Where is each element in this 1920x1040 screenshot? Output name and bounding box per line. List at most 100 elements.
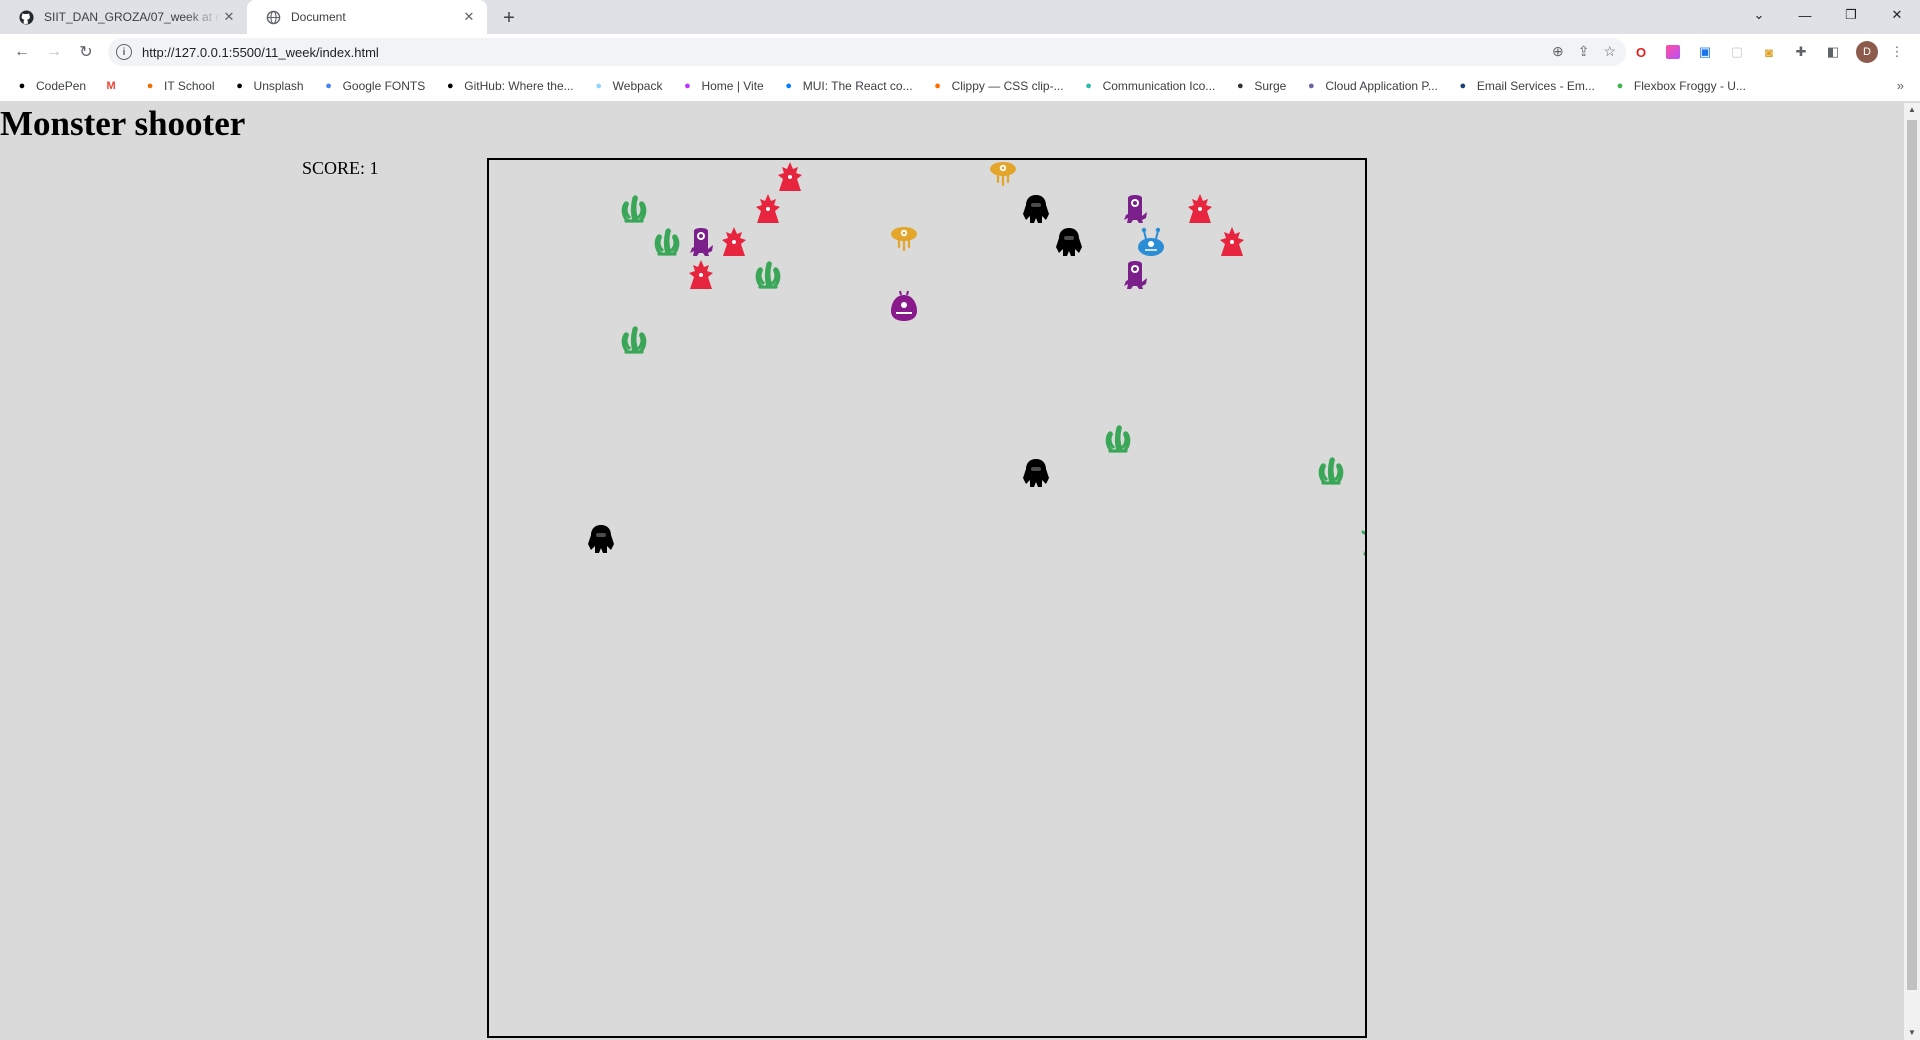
github-icon: ● — [446, 79, 454, 92]
monster-red-spike[interactable] — [751, 192, 785, 226]
extensions-puzzle-icon[interactable]: ✚ — [1792, 43, 1810, 61]
bookmarks-overflow-icon[interactable]: » — [1897, 78, 1904, 93]
bookmark-item[interactable]: ● IT School — [142, 78, 215, 94]
bookmark-item[interactable]: ● CodePen — [14, 78, 86, 94]
forward-button[interactable]: → — [40, 39, 68, 65]
vite-icon: ● — [684, 79, 691, 92]
browser-toolbar: ← → ↻ i http://127.0.0.1:5500/11_week/in… — [0, 34, 1920, 70]
monster-yellow-cyclops[interactable] — [887, 225, 921, 259]
monster-red-spike[interactable] — [1215, 225, 1249, 259]
menu-kebab-icon[interactable]: ⋮ — [1888, 43, 1906, 61]
bookmark-label: Webpack — [612, 78, 663, 93]
scroll-down-arrow-icon[interactable]: ▼ — [1908, 1029, 1916, 1037]
tab-document[interactable]: Document ✕ — [247, 0, 487, 34]
bookmark-item[interactable]: ● Home | Vite — [679, 78, 764, 94]
monster-purple-cyclops[interactable] — [1118, 192, 1152, 226]
camera-extension-icon[interactable]: ◙ — [1760, 43, 1778, 61]
unsplash-icon: ● — [236, 79, 243, 92]
scrollbar-thumb[interactable] — [1907, 120, 1917, 990]
monster-blue-antenna[interactable] — [1134, 225, 1168, 259]
tab-strip: SIIT_DAN_GROZA/07_week at ma ✕ Document … — [0, 0, 1920, 34]
codepen-icon: ● — [18, 79, 26, 92]
monster-yellow-cyclops[interactable] — [986, 160, 1020, 194]
red-spike-icon — [689, 260, 713, 289]
monster-red-spike[interactable] — [717, 225, 751, 259]
purple-cyclops-icon — [1124, 261, 1147, 289]
color-extension-icon[interactable] — [1664, 43, 1682, 61]
bookmark-label: Cloud Application P... — [1325, 78, 1438, 93]
red-spike-icon — [756, 194, 780, 223]
address-bar[interactable]: i http://127.0.0.1:5500/11_week/index.ht… — [108, 38, 1626, 66]
game-area[interactable] — [487, 158, 1367, 1038]
bookmark-item[interactable]: ● Email Services - Em... — [1455, 78, 1595, 94]
monster-purple-blob[interactable] — [887, 290, 921, 324]
vertical-scrollbar[interactable]: ▲ ▼ — [1904, 103, 1920, 1040]
monster-green-tentacle[interactable] — [650, 225, 684, 259]
surge-icon: ● — [1236, 79, 1244, 92]
reload-button[interactable]: ↻ — [72, 39, 100, 65]
monster-green-tentacle[interactable] — [617, 192, 651, 226]
monster-blue-tentacle[interactable] — [1349, 160, 1367, 194]
mui-icon: ● — [785, 79, 793, 92]
green-tentacle-icon — [1105, 425, 1131, 453]
profile-avatar[interactable]: D — [1856, 41, 1878, 63]
share-icon[interactable]: ⇪ — [1578, 43, 1590, 60]
bookmark-star-icon[interactable]: ☆ — [1603, 43, 1616, 60]
bookmark-item[interactable]: M — [103, 78, 125, 94]
monster-purple-cyclops[interactable] — [684, 225, 718, 259]
yellow-cyclops-icon — [990, 162, 1016, 187]
scroll-up-arrow-icon[interactable]: ▲ — [1908, 106, 1916, 114]
minimize-button[interactable]: — — [1782, 0, 1828, 30]
bookmark-item[interactable]: ● Cloud Application P... — [1303, 78, 1438, 94]
monster-green-creature[interactable] — [1349, 522, 1365, 556]
monster-purple-cyclops[interactable] — [1118, 258, 1152, 292]
bookmark-item[interactable]: ● Webpack — [591, 78, 663, 94]
site-info-icon[interactable]: i — [116, 44, 132, 60]
bookmark-item[interactable]: ● Communication Ico... — [1081, 78, 1216, 94]
tab-close-icon[interactable]: ✕ — [221, 9, 237, 25]
monster-green-tentacle[interactable] — [1101, 422, 1135, 456]
tab-title: Document — [291, 10, 346, 24]
black-gorilla-icon — [1023, 195, 1049, 223]
close-window-button[interactable]: ✕ — [1874, 0, 1920, 30]
monster-green-tentacle[interactable] — [751, 258, 785, 292]
bookmark-item[interactable]: ● Flexbox Froggy - U... — [1612, 78, 1746, 94]
monster-red-spike[interactable] — [684, 258, 718, 292]
communication-icon: ● — [1085, 79, 1092, 92]
side-panel-icon[interactable]: ◧ — [1824, 43, 1842, 61]
tab-github[interactable]: SIIT_DAN_GROZA/07_week at ma ✕ — [0, 0, 247, 34]
bookmark-label: Flexbox Froggy - U... — [1633, 78, 1746, 93]
bookmark-item[interactable]: ● Google FONTS — [321, 78, 425, 94]
bookmark-label: Communication Ico... — [1102, 78, 1216, 93]
new-tab-button[interactable]: + — [496, 5, 522, 31]
globe-icon — [265, 9, 281, 25]
monster-black-gorilla[interactable] — [1052, 225, 1086, 259]
blank-extension-icon[interactable]: ▢ — [1728, 43, 1746, 61]
zoom-icon[interactable]: ⊕ — [1552, 43, 1564, 60]
screen-extension-icon[interactable]: ▣ — [1696, 43, 1714, 61]
page-content: Monster shooter SCORE: 1 — [0, 103, 1904, 1040]
bookmark-label: GitHub: Where the... — [464, 78, 574, 93]
page-title: Monster shooter — [0, 104, 246, 143]
blue-tentacle-icon — [1349, 160, 1367, 194]
bookmark-item[interactable]: ● GitHub: Where the... — [442, 78, 574, 94]
tab-search-icon[interactable]: ⌄ — [1736, 0, 1782, 30]
bookmark-item[interactable]: ● Clippy — CSS clip-... — [930, 78, 1063, 94]
bookmark-label: Home | Vite — [701, 78, 764, 93]
purple-cyclops-icon — [690, 228, 713, 256]
bookmark-item[interactable]: ● Surge — [1232, 78, 1286, 94]
tab-close-icon[interactable]: ✕ — [461, 9, 477, 25]
monster-black-gorilla[interactable] — [584, 522, 618, 556]
monster-green-tentacle[interactable] — [617, 323, 651, 357]
monster-black-gorilla[interactable] — [1019, 456, 1053, 490]
monster-red-spike[interactable] — [1183, 192, 1217, 226]
back-button[interactable]: ← — [8, 39, 36, 65]
bookmark-item[interactable]: ● MUI: The React co... — [781, 78, 912, 94]
monster-red-spike[interactable] — [773, 160, 807, 194]
opera-extension-icon[interactable]: O — [1632, 43, 1650, 61]
bookmark-item[interactable]: ● Unsplash — [232, 78, 303, 94]
monster-black-gorilla[interactable] — [1019, 192, 1053, 226]
restore-button[interactable]: ❐ — [1828, 0, 1874, 30]
monster-green-tentacle[interactable] — [1314, 454, 1348, 488]
red-spike-icon — [1220, 227, 1244, 256]
